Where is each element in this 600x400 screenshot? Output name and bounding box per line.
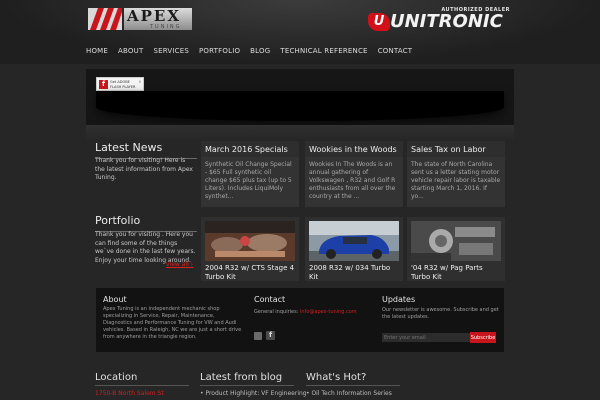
footer-contact-title: Contact <box>254 295 286 304</box>
news-card-excerpt: Wookies In The Woods is an annual gather… <box>309 161 396 200</box>
nav-services[interactable]: SERVICES <box>153 46 189 56</box>
latest-blog-title: Latest from blog <box>200 372 294 386</box>
unitronic-dealer-logo[interactable]: AUTHORIZED DEALER U UNITRONIC <box>368 7 512 33</box>
footer-contact-line: General inquiries: info@apex-tuning.com <box>254 309 384 316</box>
portfolio-item-title[interactable]: 2008 R32 w/ 034 Turbo Kit <box>309 264 401 281</box>
unitronic-wordmark: UNITRONIC <box>390 11 503 32</box>
flash-plugin-text: Get ADOBE FLASH PLAYER <box>110 80 135 89</box>
news-card-excerpt: Synthetic Oil Change Special - $65 Full … <box>205 161 292 200</box>
nav-about[interactable]: ABOUT <box>118 46 143 56</box>
rss-icon[interactable] <box>254 332 262 340</box>
portfolio-image[interactable] <box>205 221 295 261</box>
portfolio-image[interactable] <box>411 221 501 261</box>
news-card[interactable]: March 2016 Specials Synthetic Oil Change… <box>201 141 299 207</box>
whats-hot-title: What's Hot? <box>306 372 400 386</box>
apex-logo-stripes-icon <box>88 8 122 30</box>
footer-updates-text: Our newsletter is awesome. Subscribe and… <box>382 307 499 320</box>
news-card-title[interactable]: March 2016 Specials <box>201 141 299 157</box>
contact-email-link[interactable]: info@apex-tuning.com <box>300 309 357 315</box>
footer-about-text: Apex Tuning is an independent mechanic s… <box>103 306 242 340</box>
close-icon[interactable]: x <box>139 79 141 84</box>
news-card-title[interactable]: Sales Tax on Labor <box>407 141 505 157</box>
blog-post-link[interactable]: • Product Highlight: VF Engineering <box>200 390 307 397</box>
slider-base <box>86 125 514 141</box>
view-all-link[interactable]: view all › <box>166 261 193 268</box>
portfolio-item-title[interactable]: 2004 R32 w/ CTS Stage 4 Turbo Kit <box>205 264 297 281</box>
hot-item-link[interactable]: • Oil Tech Information Series <box>306 390 392 397</box>
portfolio-item[interactable]: '04 R32 w/ Pag Parts Turbo Kit <box>407 217 505 281</box>
news-card-title[interactable]: Wookies in the Woods <box>305 141 403 157</box>
location-title: Location <box>95 372 189 386</box>
news-card[interactable]: Wookies in the Woods Wookies In The Wood… <box>305 141 403 207</box>
unitronic-badge-icon: U <box>368 13 390 31</box>
portfolio-title: Portfolio <box>95 214 197 232</box>
footer-updates-title: Updates <box>382 295 416 304</box>
portfolio-image[interactable] <box>309 221 399 261</box>
contact-label: General inquiries: <box>254 309 299 315</box>
nav-technical-reference[interactable]: TECHNICAL REFERENCE <box>280 46 367 56</box>
portfolio-intro: Thank you for visiting . Here you can fi… <box>95 231 196 264</box>
portfolio-item-title[interactable]: '04 R32 w/ Pag Parts Turbo Kit <box>411 264 503 281</box>
hero-slider: f Get ADOBE FLASH PLAYER x <box>86 69 514 141</box>
main-nav: HOME ABOUT SERVICES PORTFOLIO BLOG TECHN… <box>86 46 412 56</box>
nav-blog[interactable]: BLOG <box>250 46 270 56</box>
nav-contact[interactable]: CONTACT <box>378 46 413 56</box>
flash-plugin-line-2: FLASH PLAYER <box>110 84 136 89</box>
nav-portfolio[interactable]: PORTFOLIO <box>199 46 240 56</box>
news-card-excerpt: The state of North Carolina sent us a le… <box>411 161 501 200</box>
apex-logo-subtext: TUNING <box>150 24 182 30</box>
flash-plugin-notice[interactable]: f Get ADOBE FLASH PLAYER x <box>96 77 144 91</box>
news-card[interactable]: Sales Tax on Labor The state of North Ca… <box>407 141 505 207</box>
location-address: 1750-B North Salem St <box>95 390 164 397</box>
facebook-icon[interactable]: f <box>266 331 275 340</box>
subscribe-button[interactable]: Subscribe <box>470 332 496 343</box>
footer-about-title: About <box>103 295 127 304</box>
portfolio-item[interactable]: 2004 R32 w/ CTS Stage 4 Turbo Kit <box>201 217 299 281</box>
apex-logo[interactable]: APEX TUNING <box>88 8 192 30</box>
flash-player-icon: f <box>99 80 108 89</box>
newsletter-email-input[interactable] <box>382 333 472 342</box>
nav-home[interactable]: HOME <box>86 46 108 56</box>
latest-news-intro: Thank you for visiting! Here is the late… <box>95 157 193 181</box>
portfolio-item[interactable]: 2008 R32 w/ 034 Turbo Kit <box>305 217 403 281</box>
slider-shadow <box>96 91 504 121</box>
